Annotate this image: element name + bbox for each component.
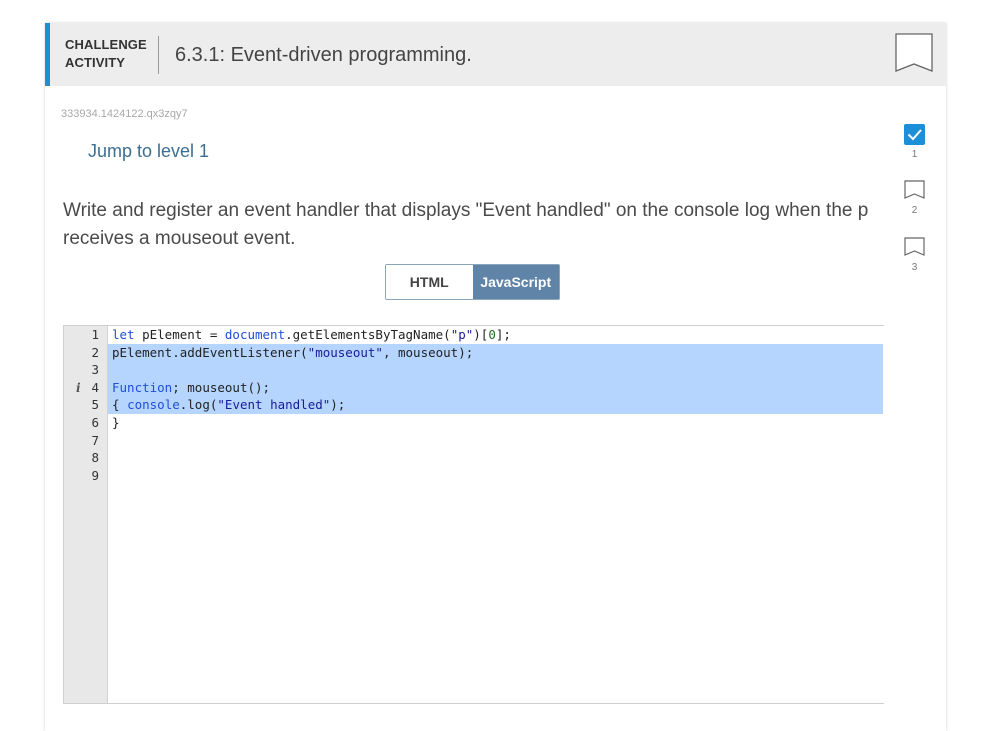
line-number: 1 [91, 327, 99, 342]
level-2[interactable]: 2 [902, 180, 927, 216]
activity-type-line2: ACTIVITY [65, 55, 126, 70]
header-divider [158, 36, 159, 74]
level-2-box-icon [904, 180, 925, 201]
line-number: 9 [91, 467, 99, 483]
line-number: 8 [91, 450, 99, 466]
tab-html[interactable]: HTML [386, 265, 473, 299]
level-2-number: 2 [911, 205, 918, 216]
level-3[interactable]: 3 [902, 237, 927, 273]
level-1-number: 1 [911, 149, 918, 160]
checkmark-icon [904, 124, 925, 145]
activity-title: 6.3.1: Event-driven programming. [175, 44, 472, 66]
code-line-6[interactable]: } [112, 414, 120, 432]
level-1[interactable]: 1 [902, 124, 927, 160]
activity-header: CHALLENGE ACTIVITY 6.3.1: Event-driven p… [45, 23, 946, 86]
line-number: 4 [91, 379, 99, 395]
challenge-prompt: Write and register an event handler that… [63, 200, 869, 249]
line-number: 7 [91, 432, 99, 448]
code-line-4[interactable]: Function; mouseout(); [112, 379, 270, 397]
code-line-5[interactable]: { console.log("Event handled"); [112, 396, 345, 414]
activity-type-label: CHALLENGE ACTIVITY [65, 36, 147, 72]
challenge-activity-card: CHALLENGE ACTIVITY 6.3.1: Event-driven p… [45, 23, 946, 731]
level-3-number: 3 [911, 262, 918, 273]
language-tabs: HTML JavaScript [385, 264, 560, 300]
header-accent-bar [45, 23, 50, 86]
jump-to-level-link[interactable]: Jump to level 1 [88, 141, 209, 162]
bookmark-icon[interactable] [895, 33, 933, 75]
code-line-1[interactable]: let pElement = document.getElementsByTag… [112, 326, 511, 344]
line-number: 5 [91, 397, 99, 413]
activity-type-line1: CHALLENGE [65, 37, 147, 52]
level-3-box-icon [904, 237, 925, 258]
tab-javascript[interactable]: JavaScript [472, 265, 559, 299]
line-number: 6 [91, 415, 99, 430]
info-marker-icon[interactable]: i [76, 379, 81, 397]
code-editor[interactable]: 1 2 3 4 i 5 6 7 8 9 let pElement = docum… [63, 325, 884, 704]
challenge-id: 333934.1424122.qx3zqy7 [61, 108, 188, 120]
line-number: 3 [91, 362, 99, 378]
code-line-2[interactable]: pElement.addEventListener("mouseout", mo… [112, 344, 473, 362]
line-number: 2 [91, 344, 99, 360]
